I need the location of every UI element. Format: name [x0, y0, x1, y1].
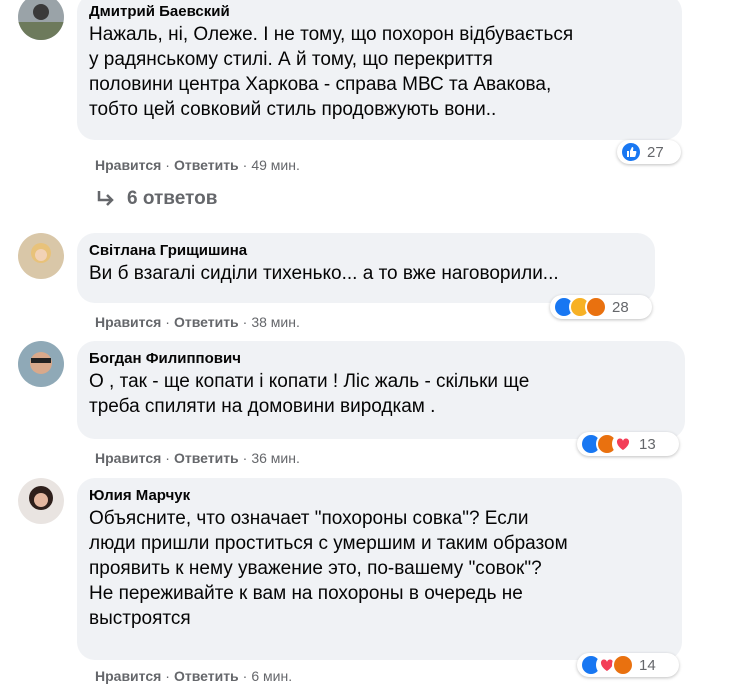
reactions-count: 14: [639, 656, 656, 674]
avatar-photo-icon: [18, 341, 64, 387]
like-button[interactable]: Нравится: [95, 450, 161, 466]
like-button[interactable]: Нравится: [95, 668, 161, 684]
avatar-photo-icon: [18, 233, 64, 279]
reply-arrow-icon: [97, 191, 114, 206]
comment-timestamp[interactable]: 38 мин.: [251, 314, 300, 330]
reply-button[interactable]: Ответить: [174, 314, 239, 330]
comment-bubble: Юлия Марчук Объясните, что означает "пох…: [77, 478, 682, 660]
reactions-summary[interactable]: 13: [577, 432, 679, 456]
comment-text: Нажаль, ні, Олеже. І не тому, що похорон…: [89, 24, 574, 120]
reactions-summary[interactable]: 14: [577, 653, 679, 677]
comment-actions: Нравится · Ответить · 36 мин.: [95, 450, 300, 466]
reactions-count: 28: [612, 298, 629, 316]
like-button[interactable]: Нравится: [95, 314, 161, 330]
avatar-photo-icon: [18, 0, 64, 40]
comment-timestamp[interactable]: 36 мин.: [251, 450, 300, 466]
reactions-count: 27: [647, 143, 664, 161]
comment-bubble: Світлана Грищишина Ви б взагалі сиділи т…: [77, 233, 655, 303]
comment-author[interactable]: Богдан Филиппович: [89, 349, 673, 369]
comment-bubble: Дмитрий Баевский Нажаль, ні, Олеже. І не…: [77, 0, 682, 140]
comment-bubble: Богдан Филиппович О , так - ще копати і …: [77, 341, 685, 439]
comment-timestamp[interactable]: 49 мин.: [251, 157, 300, 173]
angry-reaction-icon: [612, 654, 634, 676]
like-reaction-icon: [620, 141, 642, 163]
avatar[interactable]: [18, 341, 64, 387]
comment-author[interactable]: Світлана Грищишина: [89, 241, 643, 261]
comment-text: Ви б взагалі сиділи тихенько... а то вже…: [89, 263, 559, 284]
avatar[interactable]: [18, 233, 64, 279]
comment-actions: Нравится · Ответить · 6 мин.: [95, 668, 293, 684]
comment-author[interactable]: Дмитрий Баевский: [89, 2, 670, 22]
reply-button[interactable]: Ответить: [174, 157, 239, 173]
replies-count-label: 6 ответов: [127, 188, 218, 209]
view-replies-button[interactable]: 6 ответов: [95, 188, 217, 210]
reactions-summary[interactable]: 28: [550, 295, 652, 319]
reactions-count: 13: [639, 435, 656, 453]
comment-actions: Нравится · Ответить · 49 мин.: [95, 157, 300, 173]
comment-actions: Нравится · Ответить · 38 мин.: [95, 314, 300, 330]
comment-author[interactable]: Юлия Марчук: [89, 486, 670, 506]
angry-reaction-icon: [585, 296, 607, 318]
love-reaction-icon: [612, 433, 634, 455]
avatar-photo-icon: [18, 478, 64, 524]
reactions-summary[interactable]: 27: [617, 140, 681, 164]
comment-text: Объясните, что означает "похороны совка"…: [89, 508, 568, 629]
avatar[interactable]: [18, 0, 64, 40]
comment-timestamp[interactable]: 6 мин.: [251, 668, 292, 684]
like-button[interactable]: Нравится: [95, 157, 161, 173]
comment-text: О , так - ще копати і копати ! Ліс жаль …: [89, 371, 530, 417]
reply-button[interactable]: Ответить: [174, 668, 239, 684]
avatar[interactable]: [18, 478, 64, 524]
reply-button[interactable]: Ответить: [174, 450, 239, 466]
